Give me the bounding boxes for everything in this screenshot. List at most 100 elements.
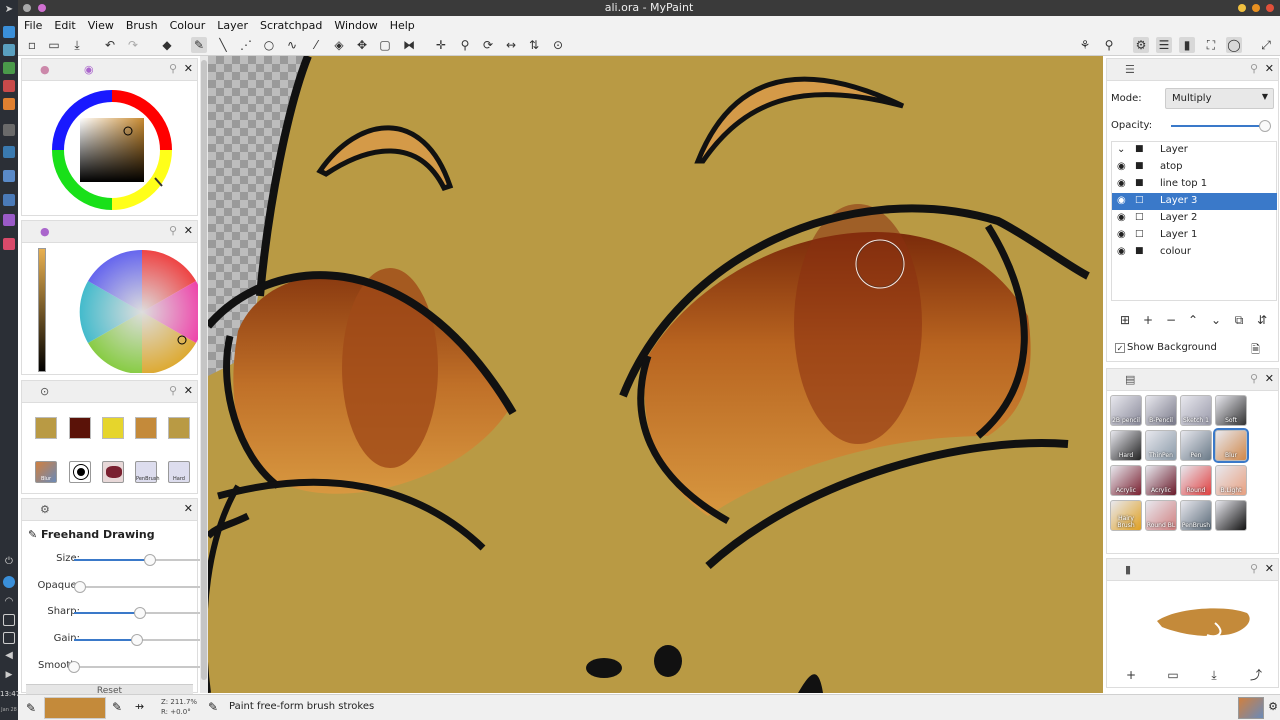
line-icon[interactable]: ╲ [215, 37, 231, 53]
menu-view[interactable]: View [82, 19, 120, 32]
scratchpad-icon[interactable]: ▮ [1125, 563, 1131, 576]
layer-row[interactable]: ⌄ ■ Layer [1112, 142, 1277, 159]
eye-icon[interactable]: ◉ [1117, 229, 1126, 240]
app-icon-4[interactable] [3, 80, 15, 92]
pin-icon[interactable]: ⚲ [169, 384, 177, 397]
swatch-2[interactable] [69, 417, 91, 439]
remove-layer-button[interactable]: − [1162, 311, 1180, 329]
close-icon[interactable]: ✕ [1265, 562, 1274, 575]
settings-icon[interactable]: ⚙ [1133, 37, 1149, 53]
sharp-slider-knob[interactable] [133, 607, 146, 619]
freehand-icon[interactable]: ✎ [191, 37, 207, 53]
brush-preset[interactable]: Acrylic [1110, 465, 1142, 496]
menu-brush[interactable]: Brush [120, 19, 164, 32]
gain-slider[interactable]: Gain: [22, 632, 200, 648]
expand-icon[interactable]: ▶ [3, 670, 15, 682]
rotate-icon[interactable]: ⟳ [480, 37, 496, 53]
brush-preset[interactable]: Acrylic [1145, 465, 1177, 496]
add-layer-group-button[interactable]: ⊞ [1116, 311, 1134, 329]
opaque-slider-knob[interactable] [74, 581, 87, 593]
app-icon-2[interactable] [3, 44, 15, 56]
drawing-canvas[interactable] [208, 56, 1103, 693]
pan-icon[interactable]: ✛ [433, 37, 449, 53]
brush-preset[interactable]: 2B pencil [1110, 395, 1142, 426]
app-icon-11[interactable] [3, 238, 15, 250]
toggle-icon[interactable]: ◯ [1226, 37, 1242, 53]
unlock-icon[interactable]: □ [1135, 212, 1144, 222]
brushes-icon[interactable]: ⚲ [1101, 37, 1117, 53]
open-icon[interactable]: ▭ [46, 37, 62, 53]
close-icon[interactable]: ✕ [184, 502, 193, 515]
scratchpad-icon[interactable]: ▮ [1179, 37, 1195, 53]
opaque-slider[interactable]: Opaque: [22, 579, 200, 595]
zoom-icon[interactable]: ⚲ [457, 37, 473, 53]
layer-row[interactable]: ◉ □ Layer 2 [1112, 210, 1277, 227]
recent-brush-penbrush[interactable]: PenBrush [135, 461, 160, 483]
recent-brush-blur[interactable]: Blur [35, 461, 57, 483]
app-icon-10[interactable] [3, 214, 15, 226]
mirror-icon[interactable]: ↔ [503, 37, 519, 53]
brush-preset[interactable]: Hard [1110, 430, 1142, 461]
undo-icon[interactable]: ↶ [102, 37, 118, 53]
menu-layer[interactable]: Layer [211, 19, 254, 32]
close-icon[interactable]: ✕ [184, 384, 193, 397]
scratchpad-open-button[interactable]: ▭ [1164, 666, 1182, 684]
lock-icon[interactable]: ■ [1135, 246, 1144, 256]
brush-preset[interactable]: PenBrush [1180, 500, 1212, 531]
layers-icon[interactable]: ☰ [1156, 37, 1172, 53]
fill-icon[interactable]: ◈ [331, 37, 347, 53]
frame-icon[interactable]: ▢ [377, 37, 393, 53]
recent-brush-hard[interactable]: Hard [168, 461, 190, 483]
redo-icon[interactable]: ↷ [125, 37, 141, 53]
brush-preset[interactable]: Soft [1215, 395, 1247, 426]
mode-select[interactable]: Multiply ▼ [1165, 88, 1274, 109]
unlock-icon[interactable]: □ [1135, 195, 1144, 205]
gain-slider-knob[interactable] [131, 634, 143, 646]
lock-icon[interactable]: ■ [1135, 178, 1144, 188]
menu-scratchpad[interactable]: Scratchpad [254, 19, 328, 32]
pin-icon[interactable]: ⚲ [1250, 372, 1258, 385]
connected-lines-icon[interactable]: ⋰ [238, 37, 254, 53]
gear-icon[interactable]: ⚙ [40, 503, 50, 516]
app-icon-8[interactable] [3, 170, 15, 182]
layer-row[interactable]: ◉ ■ atop [1112, 159, 1277, 176]
inking-icon[interactable]: ∿ [284, 37, 300, 53]
resize-grip-icon[interactable]: ⚙ [1268, 700, 1278, 713]
brush-preset[interactable]: Blur [1213, 428, 1249, 463]
scratchpad-canvas[interactable] [1107, 583, 1280, 663]
smooth-slider[interactable]: Smooth: [22, 659, 200, 675]
brush-preset[interactable]: Pen [1180, 430, 1212, 461]
brush-preset[interactable]: Round BL [1145, 500, 1177, 531]
eyedropper-icon[interactable]: ⁄ [308, 37, 324, 53]
ellipse-icon[interactable]: ○ [261, 37, 277, 53]
more-icon[interactable]: ⤢ [1258, 37, 1274, 53]
brush-edit-icon[interactable]: ✎ [112, 700, 122, 714]
eye-icon[interactable]: ◉ [1117, 212, 1126, 223]
menu-colour[interactable]: Colour [164, 19, 212, 32]
hsv-icon[interactable]: ● [40, 63, 50, 76]
app-icon-9[interactable] [3, 194, 15, 206]
scratchpad-new-button[interactable]: + [1122, 666, 1140, 684]
brush-group-icon[interactable]: ▤ [1125, 373, 1135, 386]
brush-settings-icon[interactable]: ⚘ [1077, 37, 1093, 53]
expand-chevron-icon[interactable]: ⌄ [1117, 144, 1125, 155]
move-layer-down-button[interactable]: ⌄ [1207, 311, 1225, 329]
menu-window[interactable]: Window [328, 19, 383, 32]
layer-row[interactable]: ◉ ■ line top 1 [1112, 176, 1277, 193]
brush-preset[interactable]: ThinPen [1145, 430, 1177, 461]
maximize-button[interactable] [1252, 4, 1260, 12]
opacity-slider[interactable] [1171, 120, 1271, 132]
scratchpad-export-button[interactable]: ⤴ [1247, 666, 1265, 684]
save-icon[interactable]: ⤓ [69, 37, 85, 53]
clock-icon[interactable]: ⊙ [40, 385, 49, 398]
disc-icon[interactable]: ● [40, 225, 50, 238]
pin-icon[interactable]: ⚲ [1250, 62, 1258, 75]
eye-icon[interactable]: ◉ [1117, 161, 1126, 172]
move-layer-icon[interactable]: ✥ [354, 37, 370, 53]
reset-view-icon[interactable]: ⊙ [550, 37, 566, 53]
app-icon-6[interactable] [3, 124, 15, 136]
sharp-slider[interactable]: Sharp: [22, 605, 200, 621]
brush-preset[interactable]: B-Pencil [1145, 395, 1177, 426]
background-icon[interactable]: 🗎 [1251, 341, 1260, 360]
swatch-5[interactable] [168, 417, 190, 439]
